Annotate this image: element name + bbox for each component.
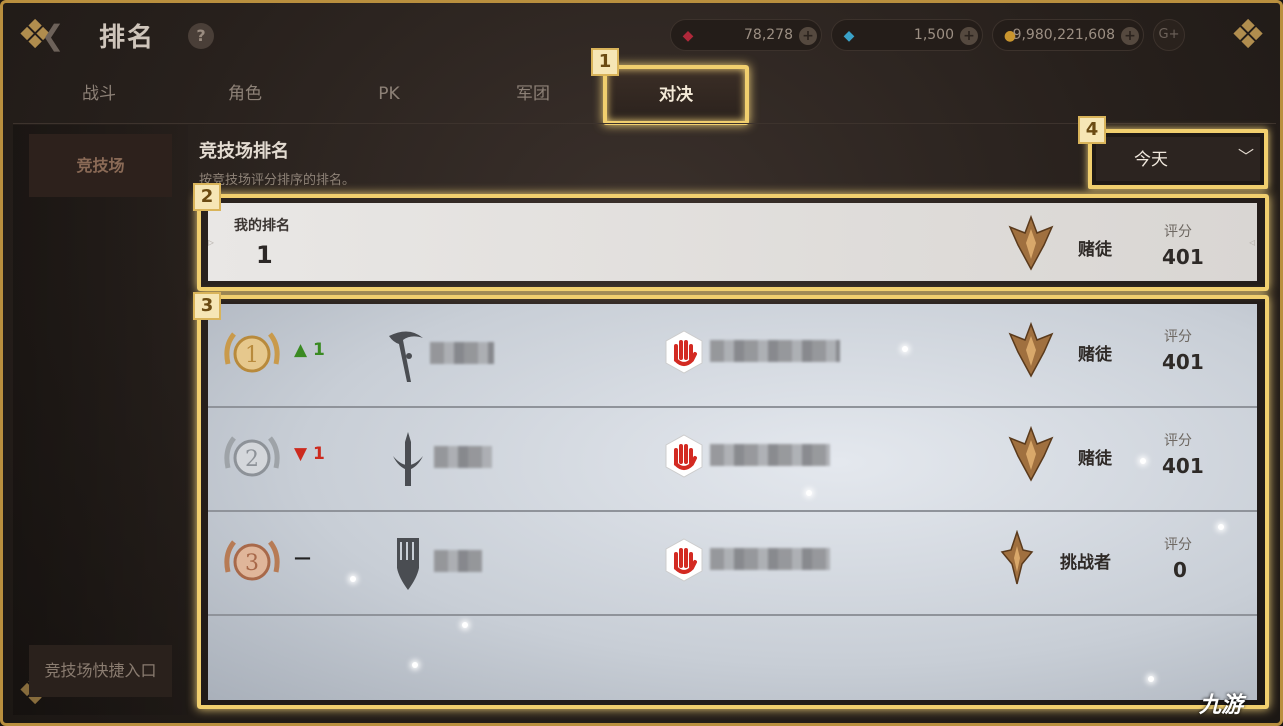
- guild-name-hidden: [710, 444, 830, 466]
- challenger-tier-icon: [1000, 530, 1034, 585]
- gold-medal-icon: 1: [224, 332, 280, 373]
- rank-change: ▲ 1: [294, 340, 325, 360]
- chevron-down-icon: ﹀: [1237, 147, 1254, 166]
- currency-value: 9,980,221,608: [1012, 27, 1115, 43]
- score-value: 401: [1162, 350, 1204, 374]
- my-rank-value: 1: [256, 241, 273, 269]
- player-name-hidden: [434, 446, 492, 468]
- silver-medal-icon: 2: [224, 436, 280, 477]
- ranking-list[interactable]: 1 ▲ 1 赌徒 评分 401 2 ▼ 1 赌徒 评分 401 3 — 挑战者 …: [208, 304, 1257, 700]
- arrow-right-icon: ▹: [208, 235, 215, 249]
- period-select-inner: [1096, 137, 1260, 181]
- svg-text:1: 1: [245, 343, 259, 368]
- page-title: 排名: [99, 23, 156, 53]
- score-value: 401: [1162, 454, 1204, 478]
- tab-duel-label: 对决: [659, 85, 693, 105]
- section-title: 竞技场排名: [199, 141, 289, 162]
- currency-diamond: ◆ 1,500 +: [831, 19, 983, 51]
- tier-name: 挑战者: [1060, 553, 1111, 573]
- tab-character[interactable]: 角色: [189, 73, 301, 115]
- gambler-tier-icon: [1008, 426, 1054, 482]
- tier-name: 赌徒: [1078, 345, 1112, 365]
- red-hand-guild-icon: [665, 330, 703, 374]
- tier-name: 赌徒: [1078, 449, 1112, 469]
- guild-name-hidden: [710, 548, 830, 570]
- arena-quick-entry-button[interactable]: 竞技场快捷入口: [29, 645, 172, 697]
- table-row[interactable]: 3 — 挑战者 评分 0: [208, 512, 1257, 616]
- ornament-corner-icon: ❖: [1230, 12, 1266, 58]
- watermark-logo: 九游: [1199, 693, 1244, 718]
- tab-duel[interactable]: 对决: [603, 65, 749, 125]
- tab-pk[interactable]: PK: [333, 73, 445, 115]
- help-icon[interactable]: ?: [188, 23, 214, 49]
- rank-change-symbol: ▼: [294, 444, 308, 464]
- rank-change-value: 1: [313, 444, 325, 464]
- rank-change-value: 1: [313, 340, 325, 360]
- gambler-tier-icon: [1008, 322, 1054, 378]
- currency-gold: ● 9,980,221,608 +: [992, 19, 1144, 51]
- add-ruby-button[interactable]: +: [799, 27, 817, 45]
- svg-text:2: 2: [245, 447, 259, 472]
- table-row[interactable]: 2 ▼ 1 赌徒 评分 401: [208, 408, 1257, 512]
- score-value: 0: [1173, 558, 1187, 582]
- period-select[interactable]: 今天 ﹀: [1088, 129, 1268, 189]
- my-score-value: 401: [1162, 245, 1204, 269]
- red-hand-guild-icon: [665, 434, 703, 478]
- score-label: 评分: [1164, 537, 1192, 553]
- score-label: 评分: [1164, 329, 1192, 345]
- sparkle: [462, 622, 468, 628]
- tab-battle[interactable]: 战斗: [43, 73, 155, 115]
- section-subtitle: 按竞技场评分排序的排名。: [199, 173, 356, 188]
- callout-badge: 4: [1078, 116, 1106, 144]
- tab-legion[interactable]: 军团: [477, 73, 589, 115]
- score-label: 评分: [1164, 224, 1192, 240]
- add-gold-button[interactable]: +: [1121, 27, 1139, 45]
- app-window: ❖ ❖ ❖ ❮ 排名 ? ◆ 78,278 + ◆ 1,500 + ● 9,98…: [0, 0, 1283, 726]
- currency-value: 1,500: [913, 27, 954, 43]
- rank-change: ▼ 1: [294, 444, 325, 464]
- gauntlet-class-icon: [397, 538, 419, 590]
- blue-diamond-icon: ◆: [843, 28, 855, 44]
- table-row[interactable]: 1 ▲ 1 赌徒 评分 401: [208, 304, 1257, 408]
- scythe-class-icon: [389, 331, 423, 382]
- arrow-left-icon: ◃: [1248, 235, 1255, 249]
- callout-badge: 2: [193, 183, 221, 211]
- currency-ruby: ◆ 78,278 +: [670, 19, 822, 51]
- sidebar-item-arena[interactable]: 竞技场: [29, 134, 172, 197]
- ruby-gem-icon: ◆: [682, 28, 694, 44]
- currency-value: 78,278: [744, 27, 793, 43]
- red-hand-guild-icon: [665, 538, 703, 582]
- gambler-tier-icon: [1008, 215, 1054, 271]
- my-rank-panel: ▹ 我的排名 1 赌徒 评分 401 ◃: [208, 203, 1257, 281]
- sidebar: [13, 125, 188, 715]
- rank-change: —: [294, 548, 311, 568]
- player-name-hidden: [434, 550, 482, 572]
- callout-badge: 3: [193, 292, 221, 320]
- sword-class-icon: [393, 432, 423, 486]
- sparkle: [412, 662, 418, 668]
- rank-change-symbol: ▲: [294, 340, 308, 360]
- period-select-value: 今天: [1134, 150, 1168, 170]
- my-tier-name: 赌徒: [1078, 240, 1112, 260]
- player-name-hidden: [430, 342, 494, 364]
- guild-name-hidden: [710, 340, 840, 362]
- bronze-medal-icon: 3: [224, 540, 280, 581]
- sparkle: [1148, 676, 1154, 682]
- callout-badge: 1: [591, 48, 619, 76]
- svg-text:3: 3: [245, 551, 259, 576]
- back-arrow-icon[interactable]: ❮: [41, 21, 81, 51]
- score-label: 评分: [1164, 433, 1192, 449]
- my-rank-label: 我的排名: [234, 218, 290, 234]
- gplus-button[interactable]: G+: [1153, 19, 1185, 51]
- rank-change-symbol: —: [294, 548, 311, 568]
- add-diamond-button[interactable]: +: [960, 27, 978, 45]
